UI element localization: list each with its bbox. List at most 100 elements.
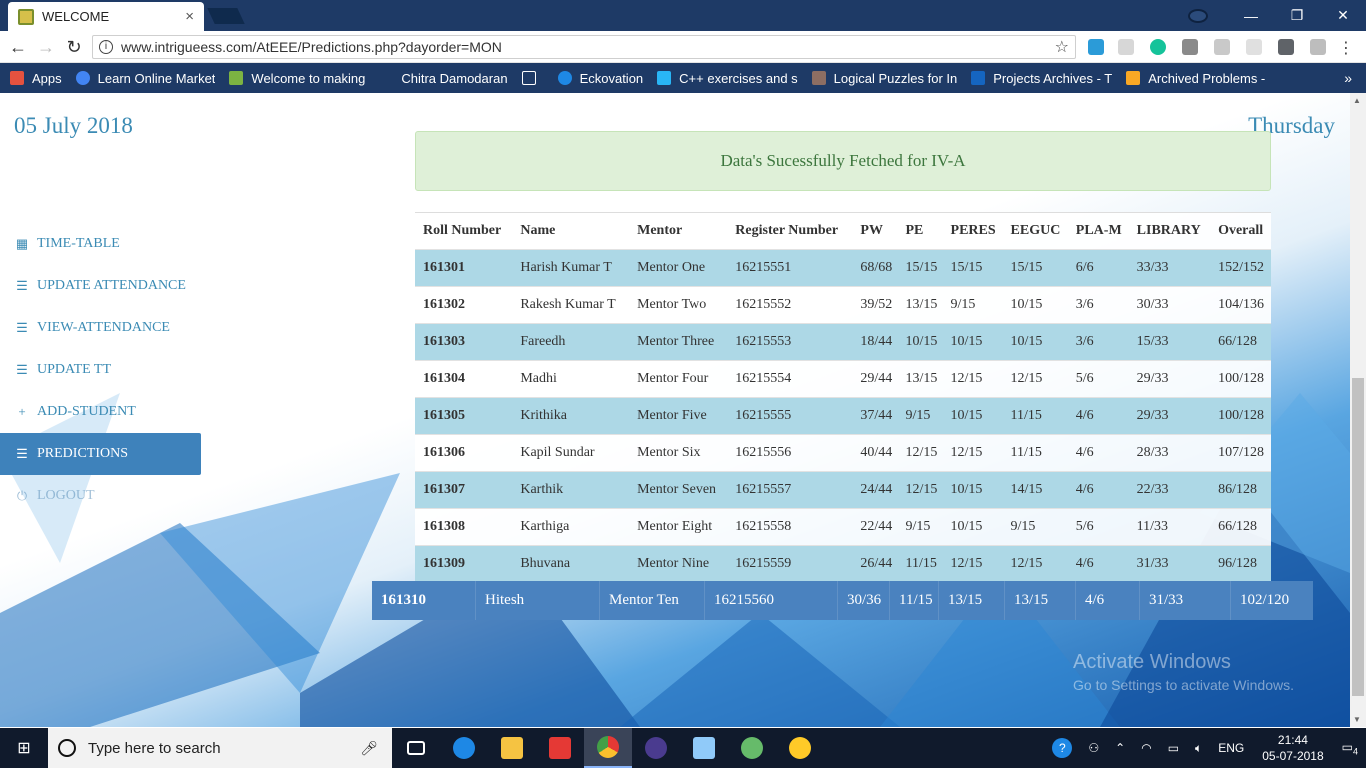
bookmark-item[interactable]: Chitra Damodaran <box>379 71 508 86</box>
new-tab-button[interactable] <box>207 8 245 24</box>
table-cell: 66/128 <box>1210 323 1271 361</box>
tray-expand-icon[interactable]: ⌃ <box>1115 741 1125 755</box>
action-center-icon[interactable]: ▭4 <box>1342 740 1358 756</box>
bookmark-label: Archived Problems - <box>1148 70 1266 86</box>
bookmark-item[interactable] <box>521 71 544 85</box>
help-icon[interactable]: ? <box>1052 738 1073 758</box>
sidebar-item-label: UPDATE ATTENDANCE <box>37 278 186 293</box>
table-row[interactable]: 161306 Kapil Sundar Mentor Six 16215556 40/4… <box>415 434 1271 472</box>
maximize-icon[interactable]: ❐ <box>1274 7 1320 24</box>
volume-icon[interactable]: 🔈︎ <box>1195 741 1202 756</box>
extension-icon[interactable] <box>1310 39 1326 55</box>
table-row[interactable]: 161303 Fareedh Mentor Three 16215553 18/44 10… <box>415 323 1271 361</box>
reload-icon[interactable]: ↻ <box>64 37 84 57</box>
scrollbar-thumb[interactable] <box>1352 378 1364 696</box>
table-cell: 16215552 <box>727 286 853 324</box>
taskbar-search-box[interactable]: Type here to search 🎤︎ <box>48 728 392 768</box>
sidebar-item-predictions[interactable]: ☰ PREDICTIONS <box>0 433 201 475</box>
table-cell: 5/6 <box>1067 508 1129 546</box>
browser-tab[interactable]: WELCOME × <box>8 2 204 31</box>
table-row[interactable]: 161307 Karthik Mentor Seven 16215557 24/44 12… <box>415 471 1271 509</box>
table-row[interactable]: 161309 Bhuvana Mentor Nine 16215559 26/44 11/… <box>415 545 1271 583</box>
sidebar-item-logout[interactable]: ⏻ LOGOUT <box>0 475 205 517</box>
window-close-icon[interactable]: ✕ <box>1320 7 1366 24</box>
extension-icon[interactable] <box>1278 39 1294 55</box>
page-scrollbar[interactable]: ▲ ▼ <box>1350 93 1366 727</box>
table-cell: 11/15 <box>897 545 943 583</box>
table-cell: 15/33 <box>1128 323 1211 361</box>
battery-icon[interactable]: ▭ <box>1168 741 1179 755</box>
media-app-icon[interactable] <box>536 728 584 768</box>
bookmark-item[interactable]: Archived Problems - <box>1126 71 1265 86</box>
bookmark-favicon-icon <box>1126 71 1141 85</box>
bookmark-item[interactable]: Apps <box>10 71 62 86</box>
table-cell: Fareedh <box>512 323 630 361</box>
minimize-icon[interactable]: — <box>1228 8 1274 24</box>
extension-icon[interactable] <box>1182 39 1198 55</box>
cortana-icon <box>58 739 76 757</box>
edge-icon[interactable] <box>440 728 488 768</box>
virtualbox-icon[interactable] <box>680 728 728 768</box>
table-cell: 161304 <box>415 360 513 398</box>
table-cell: 100/128 <box>1210 397 1271 435</box>
table-cell: 10/15 <box>897 323 943 361</box>
bookmarks-bar: Apps Learn Online Market Welcome to maki… <box>0 63 1366 93</box>
table-row[interactable]: 161305 Krithika Mentor Five 16215555 37/44 9/… <box>415 397 1271 435</box>
url-text[interactable]: www.intrigueess.com/AtEEE/Predictions.ph… <box>121 39 1055 55</box>
extension-icon[interactable] <box>1214 39 1230 55</box>
column-header: Roll Number <box>415 212 513 250</box>
scroll-down-icon[interactable]: ▼ <box>1353 715 1361 724</box>
bookmark-item[interactable]: Eckovation <box>557 71 643 86</box>
table-header-row: Roll Number Name Mentor Register Number … <box>415 212 1271 250</box>
task-view-icon[interactable] <box>392 728 440 768</box>
browser-tabstrip: WELCOME × — ❐ ✕ <box>0 0 1366 31</box>
file-explorer-icon[interactable] <box>488 728 536 768</box>
profile-icon[interactable] <box>1188 8 1208 23</box>
microphone-icon[interactable]: 🎤︎ <box>360 740 378 757</box>
bookmark-item[interactable]: Logical Puzzles for In <box>811 71 957 86</box>
taskbar-clock[interactable]: 21:44 05-07-2018 <box>1262 732 1323 764</box>
bookmark-star-icon[interactable]: ☆ <box>1055 37 1069 57</box>
address-bar[interactable]: i www.intrigueess.com/AtEEE/Predictions.… <box>92 35 1076 59</box>
extension-icon[interactable] <box>1246 39 1262 55</box>
grammarly-icon[interactable] <box>1150 39 1166 55</box>
bookmark-item[interactable]: Projects Archives - T <box>971 71 1112 86</box>
bookmark-favicon-icon <box>811 71 826 85</box>
chrome-icon[interactable] <box>584 728 632 768</box>
tab-close-icon[interactable]: × <box>185 8 194 25</box>
eclipse-icon[interactable] <box>632 728 680 768</box>
people-icon[interactable]: ⚇ <box>1088 741 1099 755</box>
bookmark-item[interactable]: Learn Online Market <box>75 71 215 86</box>
sidebar-item-update-tt[interactable]: ☰ UPDATE TT <box>0 349 205 391</box>
table-row[interactable]: 161308 Karthiga Mentor Eight 16215558 22/44 9… <box>415 508 1271 546</box>
bookmark-item[interactable]: C++ exercises and s <box>657 71 798 86</box>
table-cell: 16215559 <box>727 545 853 583</box>
paint-icon[interactable] <box>776 728 824 768</box>
table-cell: 33/33 <box>1128 249 1211 287</box>
scroll-up-icon[interactable]: ▲ <box>1353 96 1361 105</box>
browser-menu-icon[interactable]: ⋮ <box>1338 38 1354 58</box>
bookmark-item[interactable]: Welcome to making <box>229 71 365 86</box>
back-icon[interactable]: ← <box>8 37 28 57</box>
language-indicator[interactable]: ENG <box>1218 741 1244 755</box>
wifi-icon[interactable]: ◠ <box>1141 741 1151 755</box>
bookmarks-overflow-icon[interactable]: » <box>1344 63 1352 93</box>
forward-icon[interactable]: → <box>36 37 56 57</box>
table-cell: 26/44 <box>852 545 898 583</box>
predictions-table: Roll Number Name Mentor Register Number … <box>415 212 1271 583</box>
taskbar-search-placeholder: Type here to search <box>88 739 221 757</box>
sidebar-item-add-student[interactable]: + ADD-STUDENT <box>0 391 205 433</box>
table-row[interactable]: 161302 Rakesh Kumar T Mentor Two 16215552 39… <box>415 286 1271 324</box>
sidebar-item-update-attendance[interactable]: ☰ UPDATE ATTENDANCE <box>0 265 205 307</box>
atom-icon[interactable] <box>728 728 776 768</box>
table-row-hovered[interactable]: 161310 Hitesh Mentor Ten 16215560 30/36 … <box>372 581 1313 620</box>
windows-start-icon[interactable]: ⊞ <box>0 728 48 768</box>
extension-icon[interactable] <box>1088 39 1104 55</box>
table-cell: 12/15 <box>942 360 1003 398</box>
extension-icon[interactable] <box>1118 39 1134 55</box>
sidebar-item-time-table[interactable]: ▦ TIME-TABLE <box>0 223 205 265</box>
table-row[interactable]: 161301 Harish Kumar T Mentor One 16215551 68… <box>415 249 1271 287</box>
table-row[interactable]: 161304 Madhi Mentor Four 16215554 29/44 13/15… <box>415 360 1271 398</box>
site-info-icon[interactable]: i <box>99 40 113 54</box>
sidebar-item-view-attendance[interactable]: ☰ VIEW-ATTENDANCE <box>0 307 205 349</box>
